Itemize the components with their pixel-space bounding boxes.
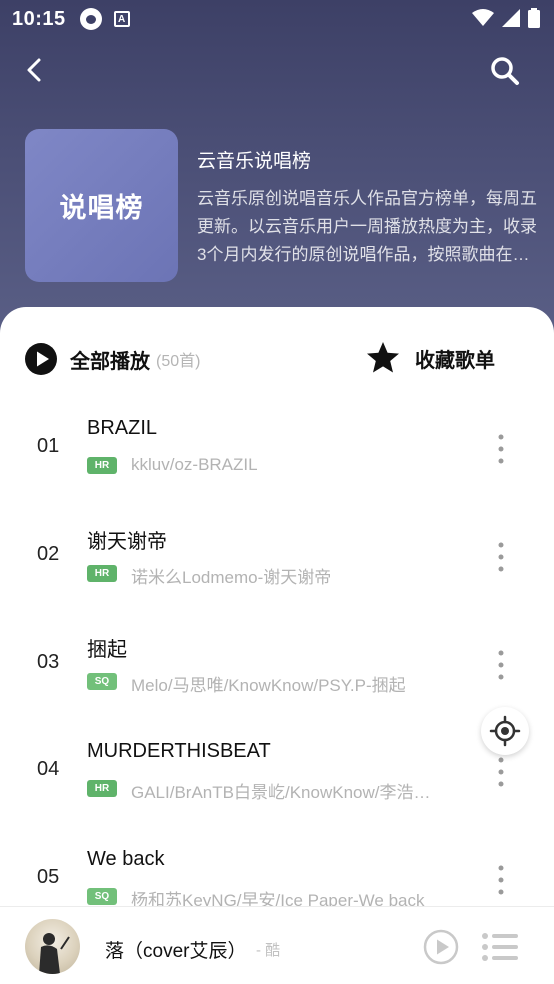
play-all-button[interactable]: 全部播放 (50首) [24,342,200,376]
wifi-icon [472,9,494,26]
play-circle-icon [25,343,57,375]
playlist-cover[interactable]: 说唱榜 [25,129,178,282]
quality-badge: HR [87,457,117,474]
play-all-count: (50首) [156,353,201,370]
song-title: 谢天谢帝 [87,531,167,553]
cover-text: 说唱榜 [59,193,144,223]
song-artist: 诺米么Lodmemo-谢天谢帝 [131,568,332,587]
quality-badge: HR [87,780,117,797]
album-art[interactable] [25,919,80,974]
mini-player[interactable]: 落（cover艾辰） - 酷 [0,906,554,984]
now-playing-title: 落（cover艾辰） [105,941,247,962]
search-icon[interactable] [486,52,524,90]
song-title: BRAZIL [87,417,158,439]
battery-icon [528,8,540,28]
song-artist: Melo/马思唯/KnowKnow/PSY.P-捆起 [131,676,406,695]
album-art-figure [39,933,70,974]
collect-label: 收藏歌单 [415,349,495,372]
locate-current-song-button[interactable] [481,707,529,755]
play-circle-icon[interactable] [423,929,459,965]
song-number: 02 [37,543,60,565]
song-title: We back [87,848,165,870]
now-playing-artist: - 酷 [256,942,281,959]
song-artist: kkluv/oz-BRAZIL [131,455,258,474]
locate-icon [489,715,521,747]
song-number: 03 [37,651,60,673]
song-row[interactable]: 04 MURDERTHISBEAT HR GALI/BrAnTB白景屹/Know… [0,724,554,824]
playlist-title: 云音乐说唱榜 [197,151,312,172]
quality-badge: SQ [87,673,117,690]
a-icon: A [113,11,130,27]
song-title: MURDERTHISBEAT [87,740,271,762]
play-all-label: 全部播放 [70,350,150,373]
song-number: 01 [37,435,60,457]
music-app-icon [79,8,102,30]
playlist-description[interactable]: 云音乐原创说唱音乐人作品官方榜单，每周五更新。以云音乐用户一周播放热度为主，收录… [197,185,537,269]
chevron-left-icon[interactable] [18,52,54,88]
song-title: 捆起 [87,639,127,661]
song-number: 04 [37,758,60,780]
more-vertical-icon[interactable] [488,860,514,900]
star-icon [367,342,399,373]
more-vertical-icon[interactable] [488,537,514,577]
signal-icon [502,9,520,27]
more-vertical-icon[interactable] [488,645,514,685]
status-bar: 10:15 A [0,0,554,38]
quality-badge: HR [87,565,117,582]
song-row[interactable]: 02 谢天谢帝 HR 诺米么Lodmemo-谢天谢帝 [0,509,554,609]
playlist-icon[interactable] [481,931,519,963]
status-time: 10:15 [12,7,66,30]
status-icons [472,8,540,28]
song-number: 05 [37,866,60,888]
more-vertical-icon[interactable] [488,752,514,792]
more-vertical-icon[interactable] [488,429,514,469]
song-row[interactable]: 01 BRAZIL HR kkluv/oz-BRAZIL [0,401,554,501]
song-artist: GALI/BrAnTB白景屹/KnowKnow/李浩源-MURDERTHISBE… [131,783,437,802]
collect-playlist-button[interactable]: 收藏歌单 [365,340,495,376]
song-row[interactable]: 03 捆起 SQ Melo/马思唯/KnowKnow/PSY.P-捆起 [0,617,554,717]
quality-badge: SQ [87,888,117,905]
